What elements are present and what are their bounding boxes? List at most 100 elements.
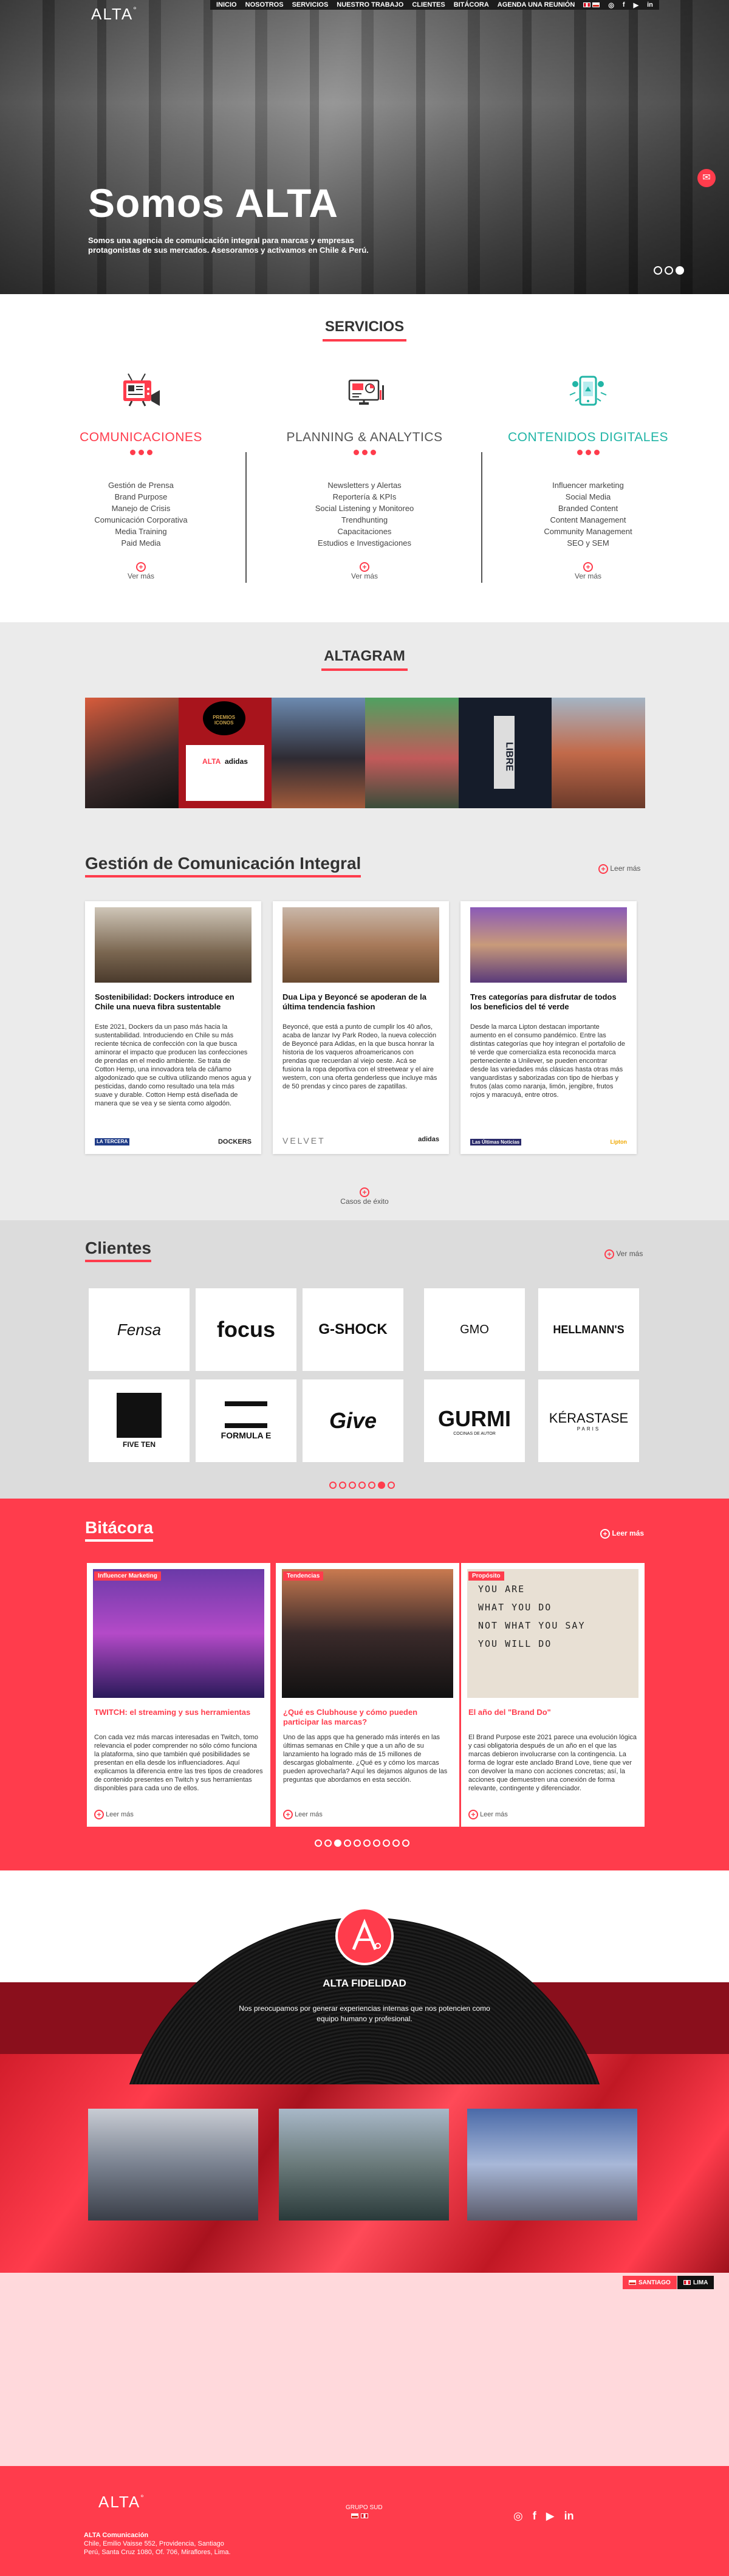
client-logo-give[interactable]: Give [303, 1379, 403, 1462]
ver-mas-clientes-link[interactable]: + Ver más [604, 1249, 643, 1259]
service-item[interactable]: Social Listening y Monitoreo [255, 503, 474, 514]
leer-mas-button[interactable]: + Leer más [283, 1810, 323, 1819]
news-card[interactable]: Tres categorías para disfrutar de todos … [460, 901, 637, 1154]
peru-flag-icon[interactable] [361, 2513, 368, 2518]
leer-mas-button[interactable]: + Leer más [94, 1810, 134, 1819]
chile-flag-icon[interactable] [592, 2, 600, 7]
client-logo-hellmanns[interactable]: HELLMANN'S [538, 1288, 639, 1371]
page-dot[interactable] [358, 1482, 366, 1489]
footer-logo[interactable]: ALTA° [98, 2493, 145, 2512]
hero-dot-1[interactable] [654, 266, 662, 275]
instagram-icon[interactable]: ◎ [608, 1, 614, 9]
nav-item-servicios[interactable]: SERVICIOS [292, 1, 329, 9]
client-logo-gurmi[interactable]: GURMI COCINAS DE AUTOR [424, 1379, 525, 1462]
blog-card[interactable]: YOU ARE WHAT YOU DO NOT WHAT YOU SAY YOU… [461, 1563, 645, 1827]
client-logo-formulae[interactable]: FORMULA E [196, 1379, 296, 1462]
altagram-feed: PREMIOS ICONOS ALTA adidas LIBRE [85, 698, 646, 808]
ver-mas-button[interactable]: + Ver más [255, 562, 474, 580]
page-dot[interactable] [344, 1839, 351, 1847]
page-dot[interactable] [349, 1482, 356, 1489]
instagram-post[interactable]: PREMIOS ICONOS ALTA adidas [178, 698, 272, 808]
peru-flag-icon[interactable] [583, 2, 591, 7]
client-logo-fiveten[interactable]: FIVE TEN [89, 1379, 190, 1462]
nav-item-inicio[interactable]: INICIO [216, 1, 237, 9]
page-dot[interactable] [329, 1482, 337, 1489]
header-logo[interactable]: ALTA° [91, 5, 138, 24]
service-item[interactable]: SEO y SEM [479, 537, 697, 549]
page-dot[interactable] [354, 1839, 361, 1847]
blog-card[interactable]: Influencer Marketing TWITCH: el streamin… [87, 1563, 270, 1827]
linkedin-icon[interactable]: in [647, 1, 653, 9]
casos-de-exito-button[interactable]: + Casos de éxito [335, 1187, 394, 1206]
page-dot-active[interactable] [378, 1482, 385, 1489]
client-logo-gshock[interactable]: G-SHOCK [303, 1288, 403, 1371]
youtube-icon[interactable]: ▶ [634, 1, 638, 9]
client-logo-gmo[interactable]: GMO [424, 1288, 525, 1371]
leer-mas-link[interactable]: + Leer más [598, 864, 640, 874]
location-tab-lima[interactable]: LIMA [677, 2276, 714, 2289]
ver-mas-button[interactable]: + Ver más [32, 562, 250, 580]
location-tab-santiago[interactable]: SANTIAGO [623, 2276, 677, 2289]
service-item[interactable]: Newsletters y Alertas [255, 479, 474, 491]
page-dot-active[interactable] [334, 1839, 341, 1847]
page-dot[interactable] [339, 1482, 346, 1489]
youtube-icon[interactable]: ▶ [546, 2510, 555, 2523]
hero-dot-3[interactable] [676, 266, 684, 275]
nav-item-nosotros[interactable]: NOSOTROS [245, 1, 284, 9]
service-item[interactable]: Influencer marketing [479, 479, 697, 491]
leer-mas-bitacora-link[interactable]: + Leer más [600, 1529, 644, 1539]
team-photo[interactable] [88, 2109, 258, 2221]
service-item[interactable]: Reportería & KPIs [255, 491, 474, 503]
nav-item-bitacora[interactable]: BITÁCORA [454, 1, 489, 9]
service-item[interactable]: Social Media [479, 491, 697, 503]
facebook-icon[interactable]: f [533, 2510, 536, 2523]
service-item[interactable]: Manejo de Crisis [32, 503, 250, 514]
leer-mas-button[interactable]: + Leer más [468, 1810, 508, 1819]
instagram-post[interactable] [272, 698, 366, 808]
nav-item-clientes[interactable]: CLIENTES [412, 1, 445, 9]
nav-item-nuestro-trabajo[interactable]: NUESTRO TRABAJO [337, 1, 403, 9]
quote-line: NOT WHAT YOU SAY [478, 1620, 586, 1631]
blog-card[interactable]: Tendencias ¿Qué es Clubhouse y cómo pued… [276, 1563, 459, 1827]
page-dot[interactable] [373, 1839, 380, 1847]
nav-item-agenda[interactable]: AGENDA UNA REUNIÓN [498, 1, 575, 9]
chile-flag-icon [629, 2280, 636, 2285]
service-item[interactable]: Brand Purpose [32, 491, 250, 503]
service-item[interactable]: Trendhunting [255, 514, 474, 526]
service-item[interactable]: Estudios e Investigaciones [255, 537, 474, 549]
instagram-post[interactable] [552, 698, 646, 808]
service-item[interactable]: Paid Media [32, 537, 250, 549]
page-dot[interactable] [383, 1839, 390, 1847]
page-dot[interactable] [368, 1482, 375, 1489]
ver-mas-button[interactable]: + Ver más [479, 562, 697, 580]
service-item[interactable]: Branded Content [479, 503, 697, 514]
linkedin-icon[interactable]: in [564, 2510, 574, 2523]
client-logo-focus[interactable]: focus [196, 1288, 296, 1371]
page-dot[interactable] [363, 1839, 371, 1847]
instagram-icon[interactable]: ◎ [513, 2510, 523, 2523]
service-item[interactable]: Community Management [479, 526, 697, 537]
page-dot[interactable] [388, 1482, 395, 1489]
service-item[interactable]: Comunicación Corporativa [32, 514, 250, 526]
news-card[interactable]: Sostenibilidad: Dockers introduce en Chi… [85, 901, 261, 1154]
service-item[interactable]: Content Management [479, 514, 697, 526]
page-dot[interactable] [315, 1839, 322, 1847]
news-card[interactable]: Dua Lipa y Beyoncé se apoderan de la últ… [273, 901, 449, 1154]
page-dot[interactable] [402, 1839, 409, 1847]
team-photo[interactable] [279, 2109, 449, 2221]
hero-dot-2[interactable] [665, 266, 673, 275]
client-logo-fensa[interactable]: Fensa [89, 1288, 190, 1371]
instagram-post[interactable]: LIBRE [458, 698, 552, 808]
page-dot[interactable] [392, 1839, 400, 1847]
page-dot[interactable] [324, 1839, 332, 1847]
service-item[interactable]: Media Training [32, 526, 250, 537]
instagram-post[interactable] [85, 698, 179, 808]
service-item[interactable]: Capacitaciones [255, 526, 474, 537]
service-item[interactable]: Gestión de Prensa [32, 479, 250, 491]
client-logo-kerastase[interactable]: KÉRASTASE PARIS [538, 1379, 639, 1462]
mail-icon[interactable]: ✉ [697, 169, 716, 187]
instagram-post[interactable] [365, 698, 459, 808]
chile-flag-icon[interactable] [351, 2513, 358, 2518]
team-photo[interactable] [467, 2109, 637, 2221]
facebook-icon[interactable]: f [623, 1, 625, 9]
